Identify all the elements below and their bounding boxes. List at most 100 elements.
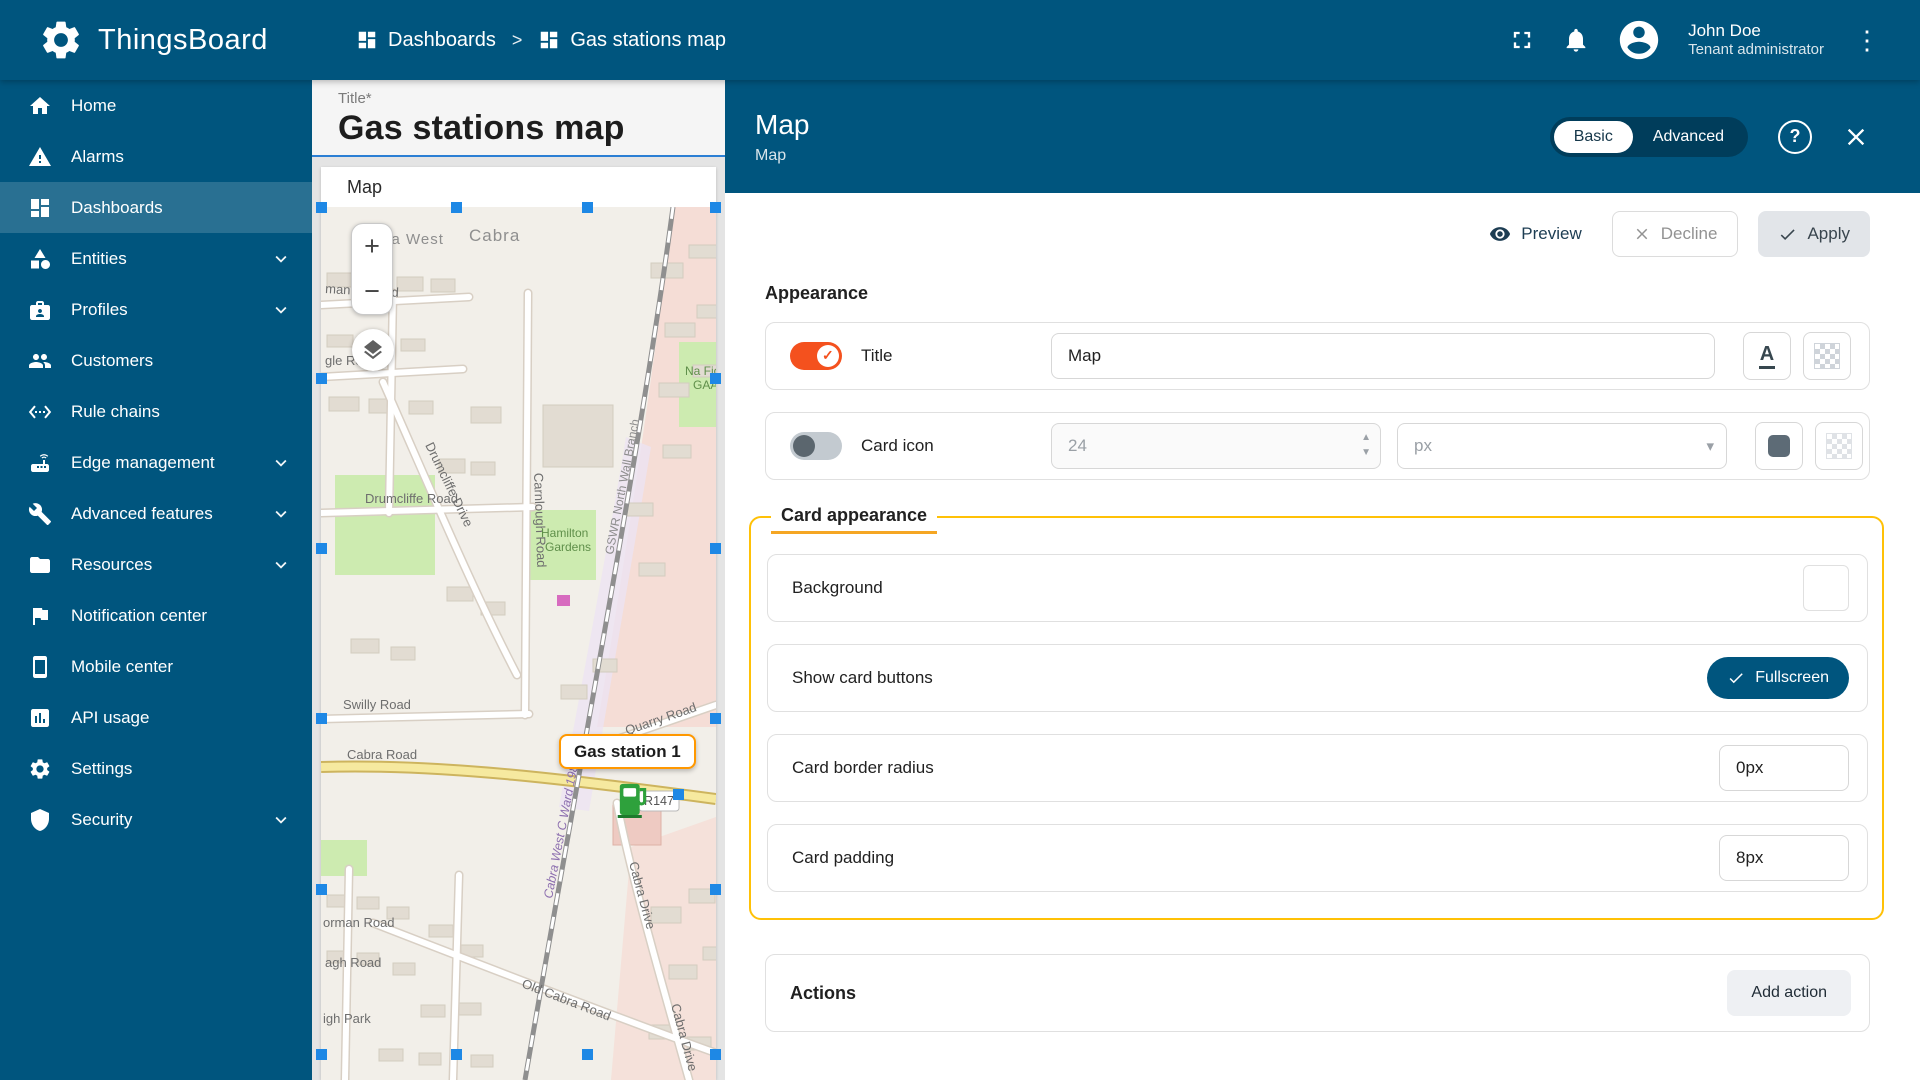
marker-selection-handle[interactable] [673, 789, 684, 800]
resize-handle[interactable] [582, 202, 593, 213]
sidebar-item[interactable]: Customers [0, 335, 312, 386]
background-color-swatch[interactable] [1803, 565, 1849, 611]
toggle-knob [793, 435, 815, 457]
fullscreen-icon [1508, 26, 1536, 54]
appearance-heading: Appearance [765, 283, 1870, 304]
tab-advanced[interactable]: Advanced [1633, 121, 1744, 153]
resize-handle[interactable] [316, 202, 327, 213]
close-icon [1842, 123, 1870, 151]
resize-handle[interactable] [316, 884, 327, 895]
preview-button[interactable]: Preview [1479, 211, 1591, 257]
preview-label: Preview [1521, 224, 1581, 244]
sidebar-item-icon [28, 196, 52, 220]
resize-handle[interactable] [710, 1049, 721, 1060]
resize-handle[interactable] [451, 202, 462, 213]
zoom-in-button[interactable]: + [352, 224, 392, 269]
sidebar-item[interactable]: Security [0, 794, 312, 845]
help-button[interactable]: ? [1778, 120, 1812, 154]
sidebar-item[interactable]: Home [0, 80, 312, 131]
resize-handle[interactable] [582, 1049, 593, 1060]
thingsboard-logo[interactable]: ThingsBoard [0, 17, 312, 63]
sidebar-item[interactable]: Advanced features [0, 488, 312, 539]
title-text-input[interactable] [1051, 333, 1715, 379]
add-action-button[interactable]: Add action [1727, 970, 1851, 1016]
sidebar-item-icon [28, 757, 52, 781]
sidebar-item[interactable]: Notification center [0, 590, 312, 641]
sidebar-item[interactable]: Dashboards [0, 182, 312, 233]
resize-handle[interactable] [316, 373, 327, 384]
card-icon-toggle[interactable] [790, 432, 842, 460]
settings-title: Map [755, 108, 809, 142]
dashboards-icon [356, 29, 378, 51]
sidebar-item[interactable]: Profiles [0, 284, 312, 335]
sidebar-item[interactable]: Entities [0, 233, 312, 284]
kebab-menu-button[interactable]: ⋮ [1850, 27, 1884, 53]
sidebar-item[interactable]: Settings [0, 743, 312, 794]
map-layers-button[interactable] [352, 329, 394, 371]
resize-handle[interactable] [316, 543, 327, 554]
resize-handle[interactable] [710, 202, 721, 213]
logo-text: ThingsBoard [98, 24, 268, 57]
chevron-down-icon [270, 554, 292, 576]
sidebar-item-label: Resources [71, 555, 152, 575]
font-style-icon: A [1759, 343, 1775, 369]
sidebar-item[interactable]: API usage [0, 692, 312, 743]
sidebar-item-label: Notification center [71, 606, 207, 626]
breadcrumb-dashboards[interactable]: Dashboards [356, 29, 496, 52]
card-border-radius-label: Card border radius [792, 758, 934, 778]
decline-button[interactable]: Decline [1612, 211, 1739, 257]
resize-handle[interactable] [316, 1049, 327, 1060]
stepper-icon[interactable]: ▲▼ [1361, 431, 1371, 460]
icon-size-unit-select[interactable]: px ▾ [1397, 423, 1727, 469]
resize-handle[interactable] [316, 713, 327, 724]
title-font-settings-button[interactable]: A [1743, 332, 1791, 380]
icon-size-input[interactable] [1051, 423, 1381, 469]
sidebar-item[interactable]: Rule chains [0, 386, 312, 437]
sidebar-item-icon [28, 400, 52, 424]
shape-icon [1768, 435, 1790, 457]
card-icon-color-button[interactable] [1815, 422, 1863, 470]
user-avatar[interactable] [1616, 17, 1662, 63]
apply-button[interactable]: Apply [1758, 211, 1870, 257]
resize-handle[interactable] [451, 1049, 462, 1060]
map-poi [557, 595, 570, 606]
resize-handle[interactable] [710, 543, 721, 554]
card-icon-shape-button[interactable] [1755, 422, 1803, 470]
title-color-button[interactable] [1803, 332, 1851, 380]
svg-text:igh Park: igh Park [323, 1011, 371, 1026]
notifications-button[interactable] [1562, 26, 1590, 54]
card-appearance-heading: Card appearance [771, 505, 937, 534]
gas-station-marker[interactable] [617, 778, 651, 823]
tab-basic[interactable]: Basic [1554, 121, 1633, 153]
chevron-down-icon [270, 452, 292, 474]
resize-handle[interactable] [710, 884, 721, 895]
icon-size-field: ▲▼ [1051, 423, 1381, 469]
close-settings-button[interactable] [1842, 123, 1870, 151]
user-info: John Doe Tenant administrator [1688, 20, 1824, 60]
widget-header: Map [321, 167, 716, 207]
sidebar-item-label: Dashboards [71, 198, 163, 218]
sidebar-item[interactable]: Mobile center [0, 641, 312, 692]
map-canvas[interactable]: R147 Cabra West Cabra manus Road gle Roa… [321, 207, 716, 1080]
fullscreen-chip[interactable]: Fullscreen [1707, 657, 1849, 699]
title-toggle[interactable] [790, 342, 842, 370]
dashboard-title-field[interactable]: Title* Gas stations map [312, 80, 725, 157]
resize-handle[interactable] [710, 373, 721, 384]
sidebar-item[interactable]: Alarms [0, 131, 312, 182]
panel-actions: Preview Decline Apply [765, 211, 1870, 257]
card-padding-input[interactable] [1719, 835, 1849, 881]
card-border-radius-input[interactable] [1719, 745, 1849, 791]
transparent-checker-icon [1814, 343, 1840, 369]
apply-label: Apply [1807, 224, 1850, 244]
breadcrumb-page-label: Gas stations map [570, 29, 726, 52]
breadcrumb-current[interactable]: Gas stations map [538, 29, 726, 52]
sidebar-item[interactable]: Edge management [0, 437, 312, 488]
settings-subtitle: Map [755, 146, 809, 165]
map-widget[interactable]: Map [321, 167, 716, 1080]
resize-handle[interactable] [710, 713, 721, 724]
map-marker-tooltip[interactable]: Gas station 1 [559, 734, 696, 769]
sidebar-item[interactable]: Resources [0, 539, 312, 590]
zoom-out-button[interactable]: − [352, 269, 392, 314]
settings-body: Preview Decline Apply Appearance Title A [725, 193, 1920, 1080]
fullscreen-button[interactable] [1508, 26, 1536, 54]
